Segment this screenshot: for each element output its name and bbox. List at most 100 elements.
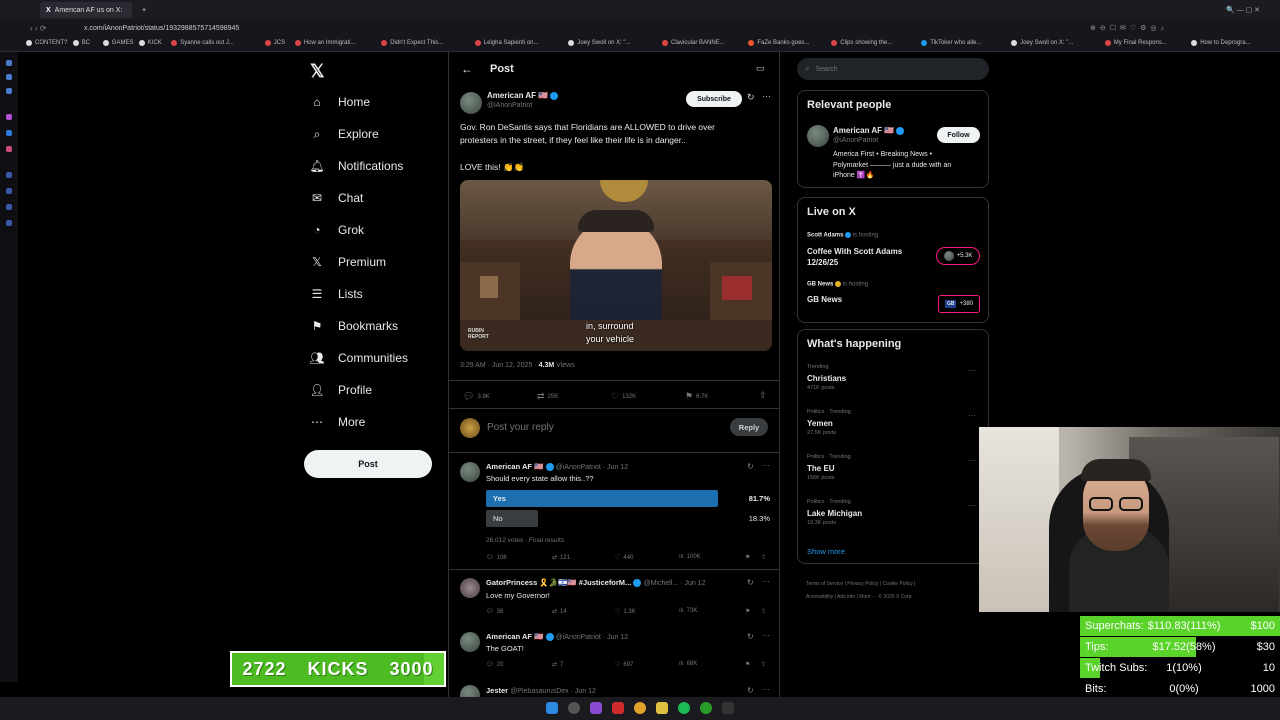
sidebar-app-icon[interactable] <box>6 172 12 178</box>
sidebar-app-icon[interactable] <box>6 74 12 80</box>
reply-action[interactable]: 💬︎ 108 <box>486 554 507 562</box>
reader-icon[interactable]: ▭ <box>756 63 765 74</box>
sidebar-app-icon[interactable] <box>6 88 12 94</box>
author-name[interactable]: American AF 🇺🇸 <box>487 91 548 100</box>
trend-name[interactable]: Lake Michigan <box>807 509 862 518</box>
trend-name[interactable]: Yemen <box>807 419 833 428</box>
nav-item-premium[interactable]: 𝕏 Premium <box>310 251 386 273</box>
reply-handle[interactable]: @iAnonPatriot · Jun 12 <box>556 634 628 641</box>
nav-item-more[interactable]: ⋯ More <box>310 411 365 433</box>
bookmark-item[interactable]: Clips showing the... <box>831 40 892 46</box>
bookmark-item[interactable]: My Final Respons... <box>1104 40 1167 46</box>
reply-handle[interactable]: @Michell... · Jun 12 <box>644 580 706 587</box>
views-action[interactable]: ılı 68K <box>679 661 697 667</box>
more-options-icon[interactable]: ··· <box>968 456 976 465</box>
nav-buttons[interactable]: ‹ › ⟳ <box>30 24 46 33</box>
trend-name[interactable]: The EU <box>807 464 835 473</box>
footer-line[interactable]: Accessibility | Ads info | More ··· © 20… <box>806 591 915 604</box>
trend-name[interactable]: Christians <box>807 374 846 383</box>
repost-action[interactable]: ⇄ 14 <box>552 608 567 616</box>
bookmark-item[interactable]: BC <box>72 40 90 46</box>
reply-button[interactable]: Reply <box>730 418 768 436</box>
reply-author-name[interactable]: Jester <box>486 686 508 695</box>
xbox-icon[interactable] <box>700 702 712 714</box>
search-icon[interactable] <box>568 702 580 714</box>
reply-handle[interactable]: @iAnonPatriot · Jun 12 <box>556 464 628 471</box>
like-action[interactable]: ♡ 132K <box>611 391 636 402</box>
live-host[interactable]: Scott Adams <box>807 233 843 239</box>
post-timestamp[interactable]: 3:29 AM · Jun 12, 2025 · <box>460 362 537 369</box>
footer-links[interactable]: Terms of Service | Privacy Policy | Cook… <box>806 578 915 604</box>
bookmark-action[interactable]: ⚑ <box>745 661 750 668</box>
sidebar-app-icon[interactable] <box>6 220 12 226</box>
more-options-icon[interactable]: ··· <box>968 501 976 510</box>
more-options-icon[interactable]: ··· <box>762 631 770 640</box>
sidebar-app-icon[interactable] <box>6 188 12 194</box>
chrome-icon[interactable] <box>634 702 646 714</box>
opera-browser-icon[interactable] <box>612 702 624 714</box>
own-avatar[interactable] <box>460 418 480 438</box>
live-host[interactable]: GB News <box>807 282 833 288</box>
avatar[interactable] <box>460 578 480 598</box>
share-action[interactable]: ⇪ <box>761 661 766 668</box>
like-action[interactable]: ♡ 440 <box>615 554 633 562</box>
more-options-icon[interactable]: ··· <box>762 91 771 101</box>
live-listeners-badge[interactable]: GB +380 <box>938 295 980 313</box>
views-action[interactable]: ılı 73K <box>679 608 697 614</box>
live-title[interactable]: Coffee With Scott Adams 12/26/25 <box>807 246 902 268</box>
folder-icon[interactable] <box>656 702 668 714</box>
avatar[interactable] <box>807 125 829 147</box>
avatar[interactable] <box>460 685 480 697</box>
bookmark-item[interactable]: How an Immigrati... <box>294 40 355 46</box>
nav-item-bookmarks[interactable]: ⚑ Bookmarks <box>310 315 398 337</box>
back-arrow-icon[interactable]: ← <box>461 62 473 76</box>
url-field[interactable]: x.com/iAnonPatriot/status/19329885757145… <box>84 25 239 32</box>
repost-action[interactable]: ⇄ 25K <box>537 391 558 402</box>
more-options-icon[interactable]: ··· <box>762 461 770 470</box>
nav-item-lists[interactable]: ☰ Lists <box>310 283 363 305</box>
browser-tab-active[interactable]: X American AF us on X: <box>40 2 132 18</box>
bookmark-item[interactable]: TikToker who alle... <box>921 40 981 46</box>
subscribe-button[interactable]: Subscribe <box>686 91 742 107</box>
share-action[interactable]: ⇪ <box>761 608 766 615</box>
share-action[interactable]: ⇪ <box>759 390 767 401</box>
search-input[interactable]: ⌕ Search <box>797 58 989 80</box>
bookmark-item[interactable]: Didn't Expect This... <box>381 40 443 46</box>
avatar[interactable] <box>460 92 482 114</box>
window-controls[interactable]: 🔍 — ▢ ✕ <box>1220 2 1266 18</box>
repost-action[interactable]: ⇄ 7 <box>552 661 563 669</box>
reply-input[interactable]: Post your reply <box>487 422 554 433</box>
reply-author-name[interactable]: GatorPrincess 🎗️🐊🇮🇱🇺🇸 #JusticeforM... <box>486 578 631 587</box>
show-more-link[interactable]: Show more <box>807 547 845 556</box>
new-tab-button[interactable]: + <box>136 2 152 18</box>
bookmark-action[interactable]: ⚑ <box>745 554 750 561</box>
bookmark-action[interactable]: ⚑ <box>745 608 750 615</box>
bookmark-item[interactable]: Joey Swoll on X: "... <box>568 40 631 46</box>
reply-action[interactable]: 💬︎ 20 <box>486 661 503 669</box>
bookmark-item[interactable]: JCS <box>264 40 285 46</box>
nav-item-explore[interactable]: ⌕ Explore <box>310 123 379 145</box>
share-action[interactable]: ⇪ <box>761 554 766 561</box>
reply-action[interactable]: 💬︎ 38 <box>486 608 503 616</box>
views-action[interactable]: ılı 100K <box>679 554 701 560</box>
live-listeners-badge[interactable]: +5.3K <box>936 247 980 265</box>
bookmark-item[interactable]: FaZe Banks goes... <box>748 40 809 46</box>
follow-button[interactable]: Follow <box>937 127 980 143</box>
bookmark-action[interactable]: ⚑ 6.7K <box>685 391 708 402</box>
post-button[interactable]: Post <box>304 450 432 478</box>
person-name[interactable]: American AF 🇺🇸 <box>833 126 894 135</box>
like-action[interactable]: ♡ 697 <box>615 661 633 669</box>
person-handle[interactable]: @iAnonPatriot <box>833 137 878 144</box>
repost-action[interactable]: ⇄ 121 <box>552 554 570 562</box>
bookmark-item[interactable]: How to Deprogra... <box>1191 40 1251 46</box>
reply-author-name[interactable]: American AF 🇺🇸 <box>486 632 543 641</box>
author-handle[interactable]: @iAnonPatriot <box>487 102 532 109</box>
grok-icon[interactable]: ↻ <box>747 578 754 587</box>
bookmark-item[interactable]: CONTENT? <box>26 40 67 46</box>
bookmark-item[interactable]: Syanne calls out J... <box>171 40 234 46</box>
grok-icon[interactable]: ↻ <box>747 462 754 471</box>
nav-item-home[interactable]: ⌂ Home <box>310 91 370 113</box>
sidebar-app-icon[interactable] <box>6 60 12 66</box>
bookmark-item[interactable]: KICK <box>138 40 162 46</box>
nav-item-profile[interactable]: 👤︎ Profile <box>309 379 372 401</box>
